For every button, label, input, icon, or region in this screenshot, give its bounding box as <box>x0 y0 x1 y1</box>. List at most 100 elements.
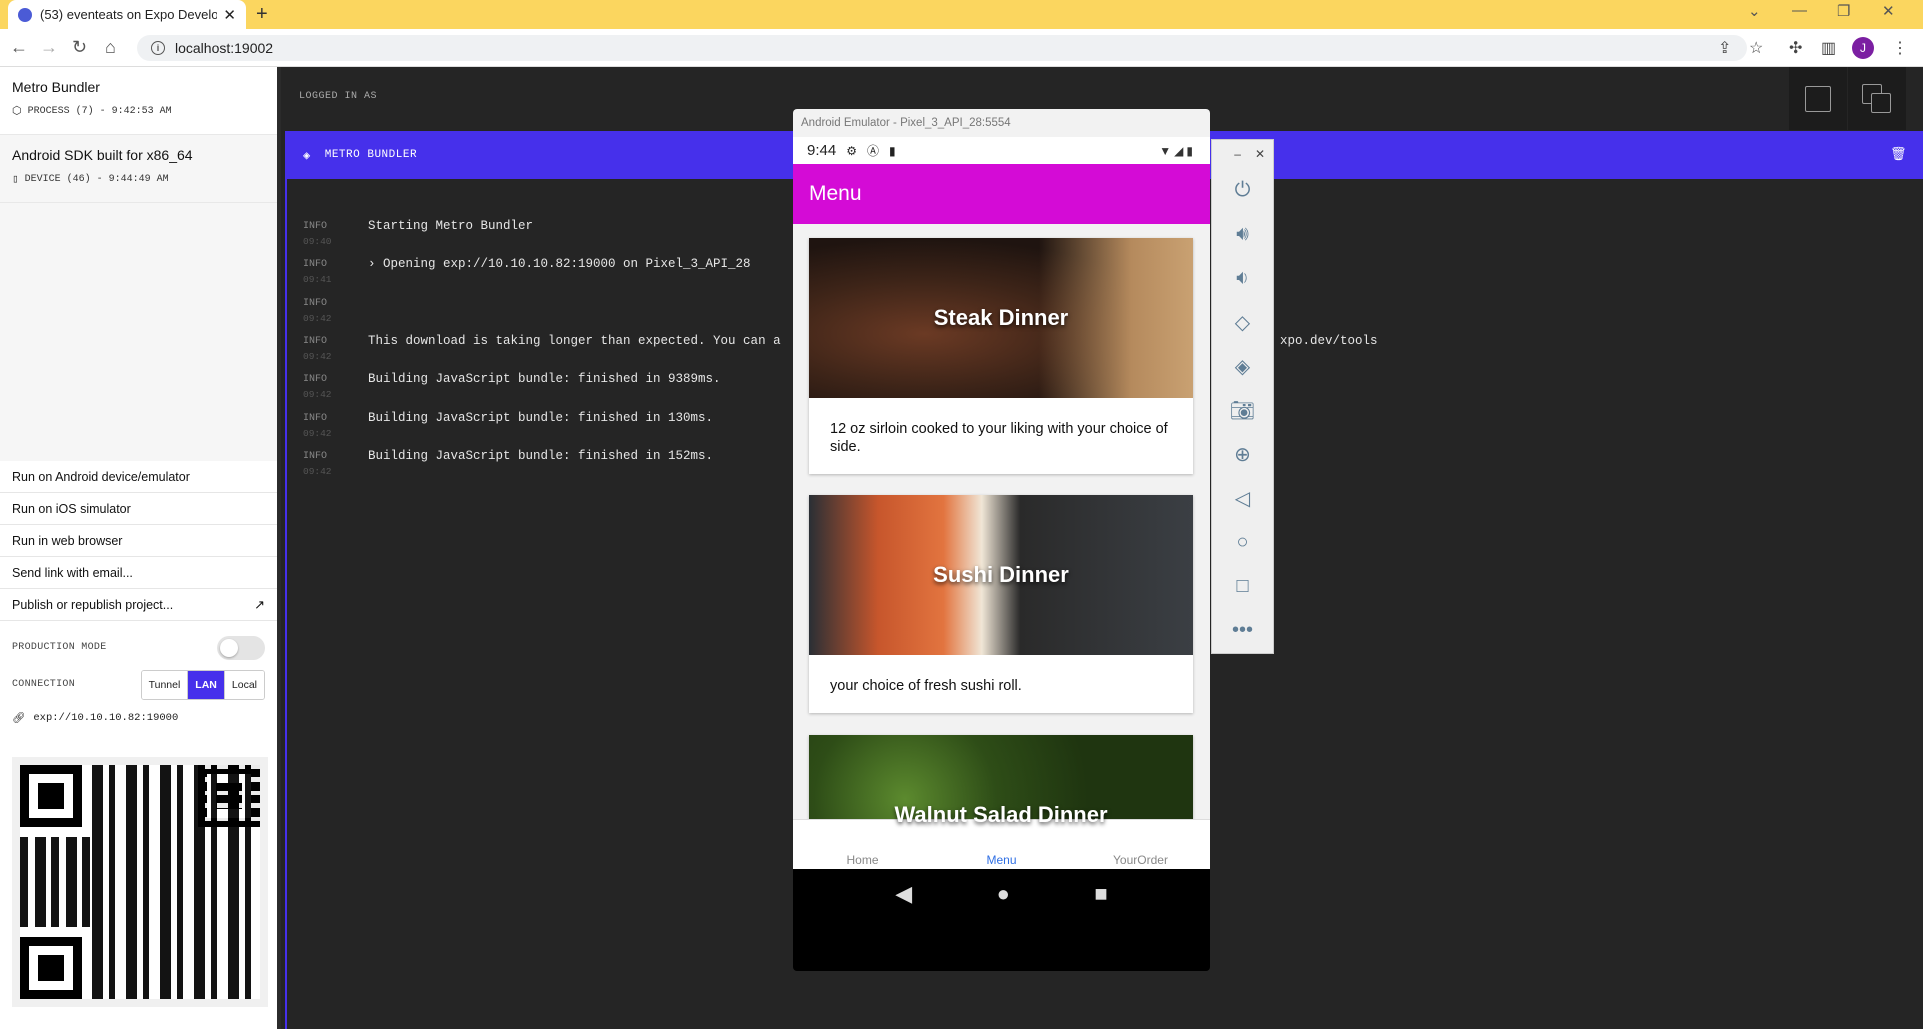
card-title: Steak Dinner <box>933 305 1069 330</box>
card-title: Walnut Salad Dinner <box>894 802 1108 827</box>
log-time: 09:42 <box>303 428 332 439</box>
menu-card-sushi[interactable]: Sushi Dinner your choice of fresh sushi … <box>809 495 1193 713</box>
url-text: localhost:19002 <box>175 40 274 56</box>
source-meta: DEVICE (46) - 9:44:49 AM <box>24 173 169 185</box>
connection-label: CONNECTION <box>12 679 76 690</box>
more-options-icon[interactable]: ••• <box>1212 608 1273 652</box>
home-nav-icon[interactable]: ○ <box>1212 520 1273 564</box>
menu-screen: Steak Dinner 12 oz sirloin cooked to you… <box>793 224 1210 869</box>
run-android-button[interactable]: Run on Android device/emulator <box>0 461 277 493</box>
emulator-close-icon[interactable]: ✕ <box>1255 147 1265 161</box>
run-web-button[interactable]: Run in web browser <box>0 525 277 557</box>
connection-lan[interactable]: LAN <box>188 670 225 699</box>
publish-button[interactable]: Publish or republish project... ↗ <box>0 589 277 621</box>
power-icon[interactable]: ⏻ <box>1212 168 1273 212</box>
android-nav-bar: ◀ ● ■ <box>793 869 1210 919</box>
more-menu-icon[interactable]: ⋮ <box>1892 38 1908 58</box>
status-clock: 9:44 <box>807 142 837 159</box>
reload-icon[interactable]: ↻ <box>72 37 87 58</box>
close-tab-icon[interactable]: ✕ <box>223 6 236 24</box>
production-mode-row: PRODUCTION MODE <box>0 629 277 666</box>
log-message: This download is taking longer than expe… <box>368 334 781 348</box>
menu-card-steak[interactable]: Steak Dinner 12 oz sirloin cooked to you… <box>809 238 1193 474</box>
connection-tunnel[interactable]: Tunnel <box>141 670 189 699</box>
card-description: 12 oz sirloin cooked to your liking with… <box>830 421 1168 455</box>
log-time: 09:42 <box>303 351 332 362</box>
zoom-icon[interactable]: ⊕ <box>1212 432 1273 476</box>
log-level: INFO <box>303 336 328 347</box>
link-icon: 🔗︎ <box>12 713 26 725</box>
run-ios-button[interactable]: Run on iOS simulator <box>0 493 277 525</box>
split-pane-icon <box>1862 83 1892 114</box>
source-metro-bundler[interactable]: Metro Bundler ⬡ PROCESS (7) - 9:42:53 AM <box>0 67 277 135</box>
source-subtitle: ⬡ PROCESS (7) - 9:42:53 AM <box>12 104 265 119</box>
close-window-icon[interactable]: ✕ <box>1882 2 1895 20</box>
settings-status-icon: ⚙ <box>846 143 857 158</box>
qr-finder <box>20 765 82 827</box>
qr-code <box>20 765 260 999</box>
connection-local[interactable]: Local <box>224 670 264 699</box>
emulator-toolbar: – ✕ ⏻ 🔊︎ 🔉︎ ◇ ◈ 📷︎ ⊕ ◁ ○ □ ••• <box>1211 139 1274 654</box>
back-nav-icon[interactable]: ◁ <box>1212 476 1273 520</box>
minimize-icon[interactable]: — <box>1792 2 1807 19</box>
single-pane-icon <box>1805 85 1831 112</box>
log-message-tail: xpo.dev/tools <box>1280 334 1378 348</box>
split-pane-button[interactable] <box>1848 67 1906 130</box>
url-field[interactable]: i localhost:19002 <box>137 35 1747 61</box>
volume-up-icon[interactable]: 🔊︎ <box>1212 212 1273 256</box>
forward-icon[interactable]: → <box>40 37 58 58</box>
android-back-icon[interactable]: ◀ <box>895 881 912 907</box>
home-icon[interactable]: ⌂ <box>105 37 116 58</box>
steak-image: Steak Dinner <box>809 238 1193 398</box>
log-time: 09:41 <box>303 274 332 285</box>
overview-icon[interactable]: □ <box>1212 564 1273 608</box>
share-icon[interactable]: ⇪ <box>1718 38 1731 58</box>
log-message: › Opening exp://10.10.10.82:19000 on Pix… <box>368 257 751 271</box>
signal-battery-icons: ▼◢▮ <box>1159 143 1196 158</box>
log-message: Starting Metro Bundler <box>368 219 534 233</box>
browser-tab[interactable]: (53) eventeats on Expo Develope ✕ <box>8 0 246 29</box>
log-message: Building JavaScript bundle: finished in … <box>368 411 714 425</box>
exp-url[interactable]: exp://10.10.10.82:19000 <box>33 712 178 724</box>
bookmark-star-icon[interactable]: ☆ <box>1749 38 1763 58</box>
log-level: INFO <box>303 221 328 232</box>
send-link-button[interactable]: Send link with email... <box>0 557 277 589</box>
log-level: INFO <box>303 259 328 270</box>
tab-title: (53) eventeats on Expo Develope <box>40 7 218 22</box>
card-title: Sushi Dinner <box>933 562 1069 587</box>
rotate-right-icon[interactable]: ◈ <box>1212 344 1273 388</box>
profile-avatar[interactable]: J <box>1852 37 1874 59</box>
site-info-icon[interactable]: i <box>151 41 165 55</box>
qr-finder <box>20 937 82 999</box>
production-mode-toggle[interactable] <box>217 635 265 660</box>
address-bar-row: ← → ↻ ⌂ i localhost:19002 ⇪ ☆ ✣ ▥ J ⋮ <box>0 29 1923 67</box>
trash-icon[interactable]: 🗑︎ <box>1890 147 1907 162</box>
emulator-title: Android Emulator - Pixel_3_API_28:5554 <box>793 109 1210 137</box>
qr-modules <box>20 837 92 927</box>
camera-icon[interactable]: 📷︎ <box>1212 388 1273 432</box>
log-level: INFO <box>303 451 328 462</box>
restore-icon[interactable]: ❐ <box>1837 2 1850 20</box>
single-pane-button[interactable] <box>1789 67 1847 130</box>
qr-code-panel <box>12 757 268 1007</box>
side-panel-icon[interactable]: ▥ <box>1821 38 1836 58</box>
app-header: Menu <box>793 164 1210 224</box>
sidebar: Metro Bundler ⬡ PROCESS (7) - 9:42:53 AM… <box>0 67 281 1029</box>
emulator-minimize-icon[interactable]: – <box>1234 147 1241 161</box>
tab-search-icon[interactable]: ⌄ <box>1748 2 1761 20</box>
connection-selector: Tunnel LAN Local <box>140 669 265 700</box>
android-home-icon[interactable]: ● <box>997 881 1010 907</box>
sushi-image: Sushi Dinner <box>809 495 1193 655</box>
production-mode-label: PRODUCTION MODE <box>12 642 107 653</box>
log-level: INFO <box>303 374 328 385</box>
new-tab-button[interactable]: + <box>256 3 268 26</box>
volume-down-icon[interactable]: 🔉︎ <box>1212 256 1273 300</box>
source-android-device[interactable]: Android SDK built for x86_64 ▯ DEVICE (4… <box>0 135 277 203</box>
publish-label: Publish or republish project... <box>12 597 174 612</box>
back-icon[interactable]: ← <box>10 37 28 58</box>
android-recents-icon[interactable]: ■ <box>1094 881 1107 907</box>
extensions-icon[interactable]: ✣ <box>1789 38 1802 58</box>
source-meta: PROCESS (7) - 9:42:53 AM <box>27 105 172 117</box>
rotate-left-icon[interactable]: ◇ <box>1212 300 1273 344</box>
source-title: Metro Bundler <box>12 79 100 95</box>
